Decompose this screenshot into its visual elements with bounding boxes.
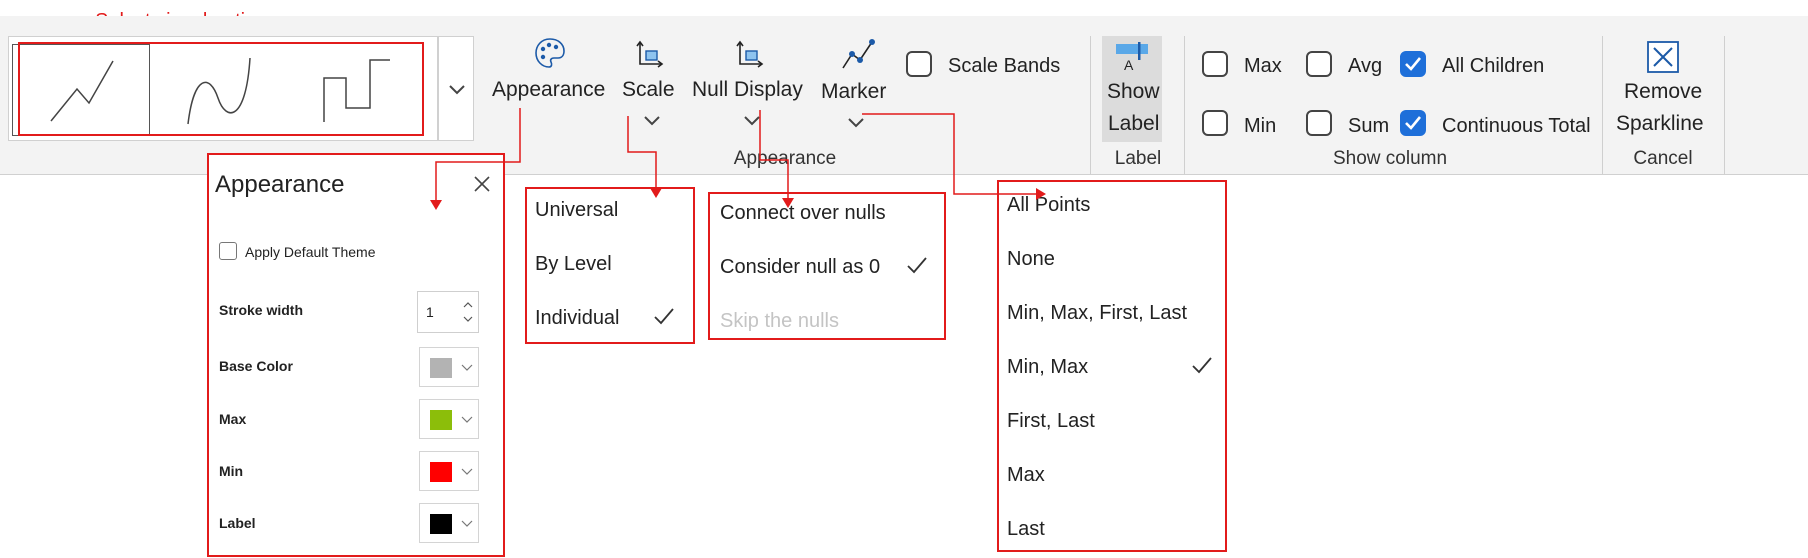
annotation-arrows: [430, 108, 1046, 210]
